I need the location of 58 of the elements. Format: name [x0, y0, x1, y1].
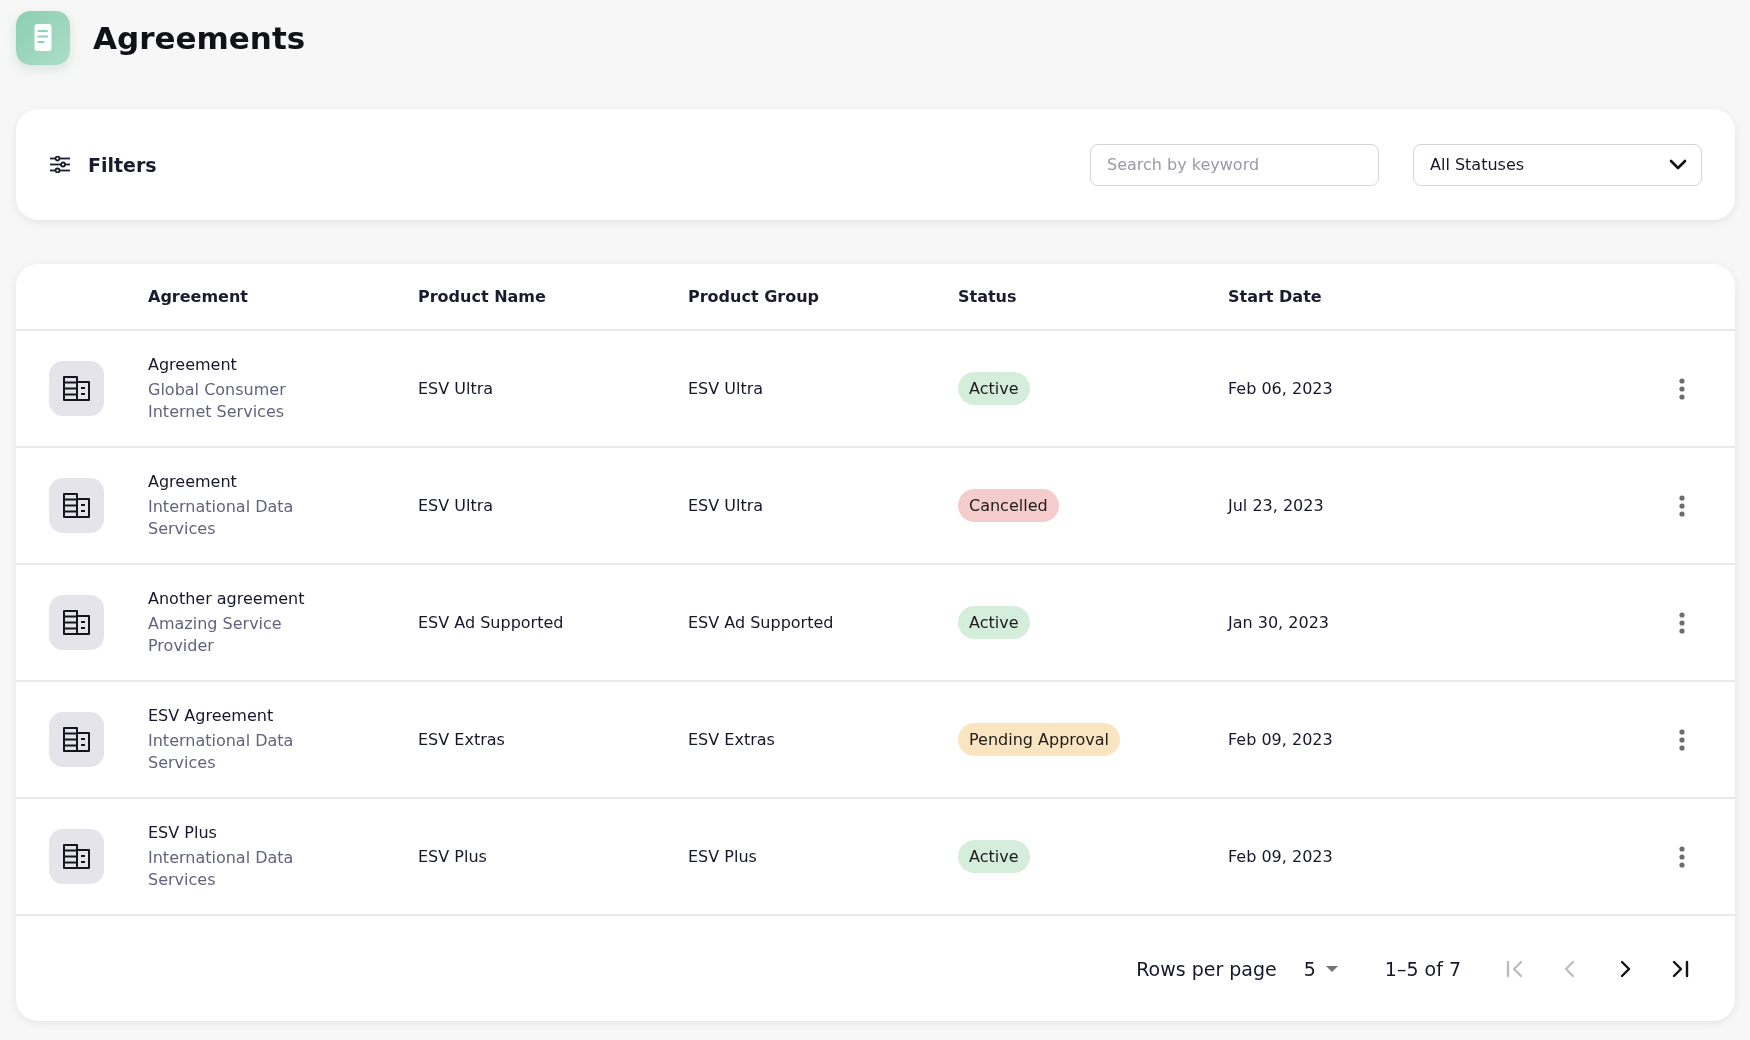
vertical-dots-icon [1679, 494, 1685, 517]
company-name: International Data Services [148, 847, 295, 891]
building-icon [49, 595, 104, 650]
company-name: International Data Services [148, 496, 295, 540]
vertical-dots-icon [1679, 377, 1685, 400]
column-header: Product Group [688, 287, 819, 306]
product-group: ESV Ultra [688, 379, 764, 398]
product-group: ESV Extras [688, 730, 775, 749]
building-icon [49, 712, 104, 767]
column-header: Status [958, 287, 1017, 306]
column-header: Product Name [418, 287, 546, 306]
vertical-dots-icon [1679, 845, 1685, 868]
rows-per-page-label: Rows per page [1136, 957, 1277, 980]
column-header: Start Date [1228, 287, 1322, 306]
status-tag: Active [958, 606, 1030, 639]
agreement-name: Agreement [148, 354, 237, 376]
product-name: ESV Plus [418, 847, 487, 866]
status-tag: Cancelled [958, 489, 1059, 522]
chevron-down-icon [1669, 159, 1687, 170]
product-name: ESV Extras [418, 730, 505, 749]
product-group: ESV Plus [688, 847, 757, 866]
company-name: Amazing Service Provider [148, 613, 283, 657]
start-date: Feb 06, 2023 [1228, 379, 1333, 398]
building-icon [49, 829, 104, 884]
vertical-dots-icon [1679, 611, 1685, 634]
status-tag: Pending Approval [958, 723, 1121, 756]
status-select[interactable]: All Statuses [1413, 143, 1702, 186]
product-name: ESV Ultra [418, 379, 494, 398]
last-page-icon [1670, 958, 1690, 979]
product-group: ESV Ultra [688, 496, 764, 515]
company-name: International Data Services [148, 730, 295, 774]
search-field[interactable]: Search by keyword [1090, 143, 1379, 186]
first-page-icon [1505, 958, 1525, 979]
agreement-name: ESV Plus [148, 822, 217, 844]
page-title: Agreements [93, 20, 306, 56]
start-date: Jul 23, 2023 [1228, 496, 1324, 515]
document-icon [16, 11, 70, 65]
company-name: Global Consumer Internet Services [148, 379, 287, 423]
caret-down-icon [1325, 965, 1338, 972]
agreement-name: Agreement [148, 471, 237, 493]
vertical-dots-icon [1679, 728, 1685, 751]
start-date: Jan 30, 2023 [1228, 613, 1329, 632]
building-icon [49, 361, 104, 416]
start-date: Feb 09, 2023 [1228, 730, 1333, 749]
product-name: ESV Ultra [418, 496, 494, 515]
column-header: Agreement [148, 287, 248, 306]
building-icon [49, 478, 104, 533]
rows-per-page-select[interactable]: 5 [1300, 955, 1341, 982]
start-date: Feb 09, 2023 [1228, 847, 1333, 866]
product-group: ESV Ad Supported [688, 613, 834, 632]
status-tag: Active [958, 840, 1030, 873]
status-tag: Active [958, 372, 1030, 405]
sliders-icon [50, 156, 70, 173]
product-name: ESV Ad Supported [418, 613, 564, 632]
agreement-name: ESV Agreement [148, 705, 274, 727]
page-range: 1–5 of 7 [1384, 957, 1461, 980]
agreement-name: Another agreement [148, 588, 305, 610]
filters-label: Filters [88, 153, 157, 176]
